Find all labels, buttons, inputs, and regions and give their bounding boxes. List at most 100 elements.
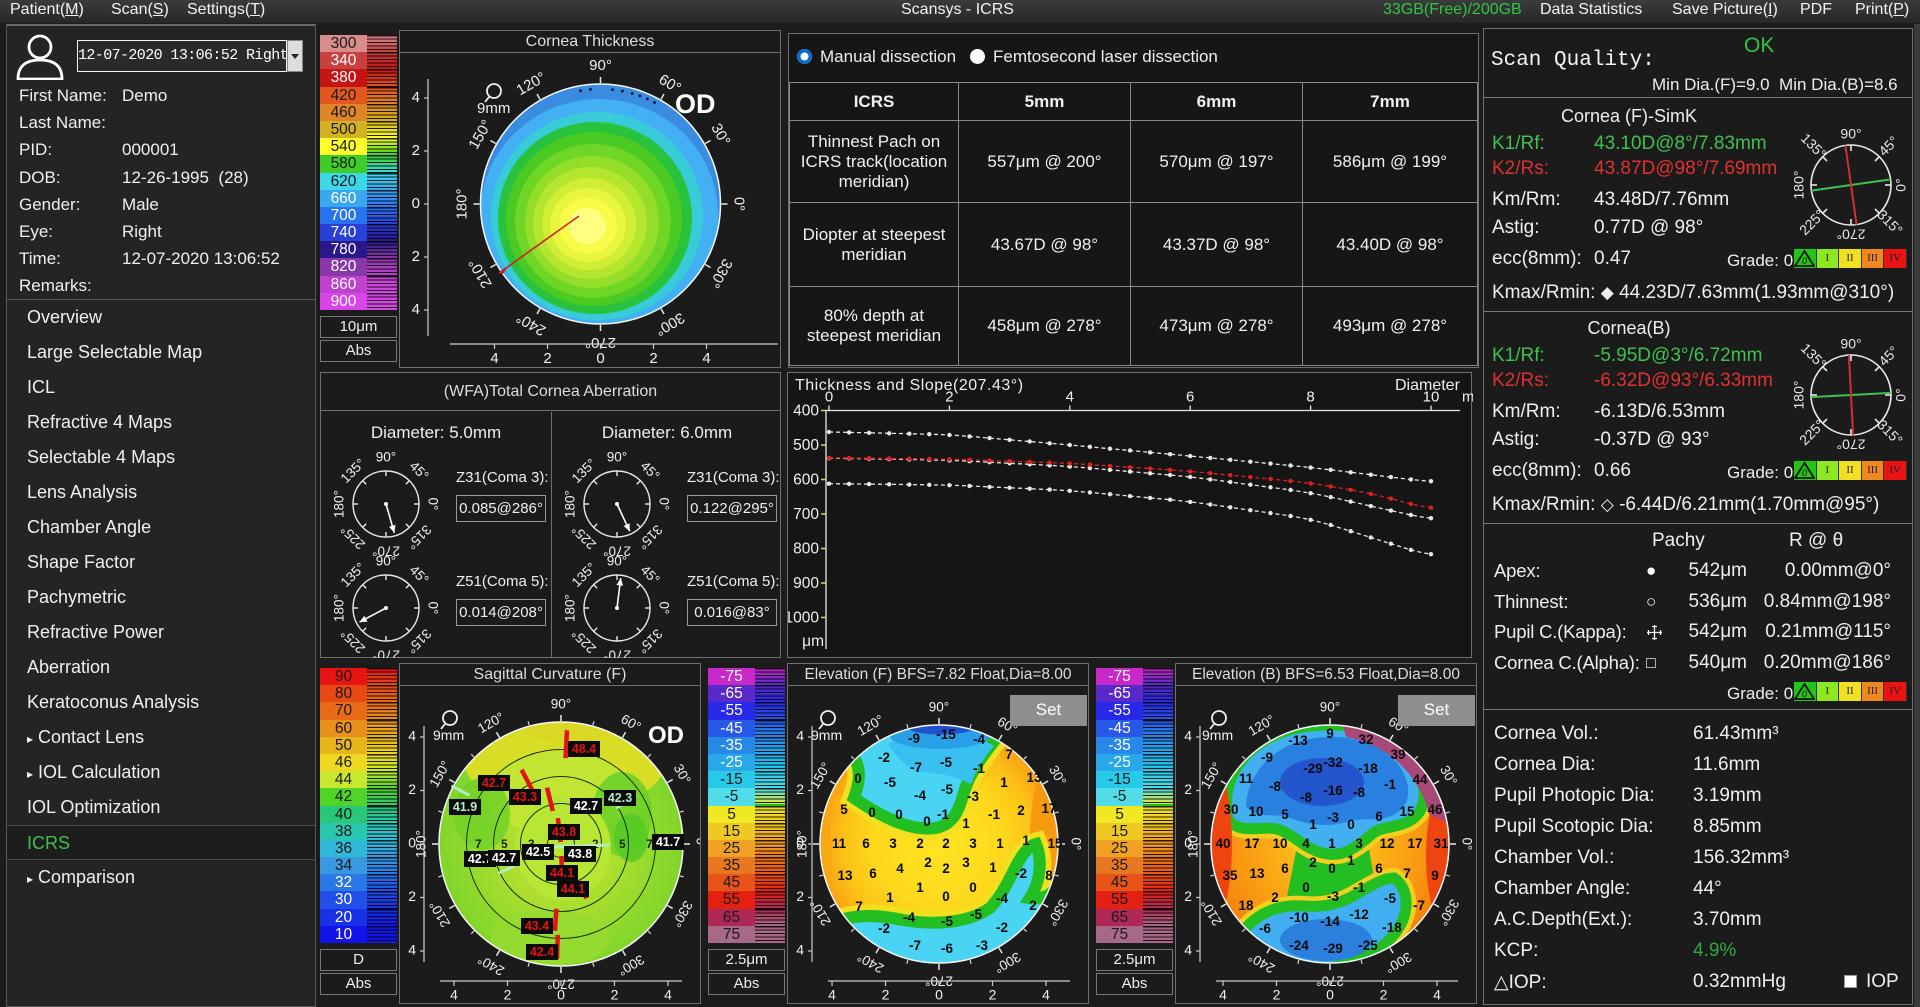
svg-text:45°: 45° — [1875, 133, 1901, 159]
svg-text:-4: -4 — [973, 732, 985, 747]
svg-text:40: 40 — [1215, 836, 1230, 851]
svg-text:-4: -4 — [903, 910, 915, 925]
svg-text:-8: -8 — [1353, 785, 1365, 800]
svg-text:μm: μm — [802, 633, 824, 650]
svg-text:180°: 180° — [563, 490, 578, 518]
svg-text:45°: 45° — [638, 562, 663, 587]
svg-text:-6: -6 — [941, 941, 953, 956]
svg-text:90°: 90° — [607, 554, 627, 569]
svg-text:120°: 120° — [514, 69, 549, 99]
svg-text:2: 2 — [796, 888, 804, 904]
svg-text:240°: 240° — [475, 952, 507, 979]
svg-text:1: 1 — [1000, 775, 1008, 790]
svg-text:-15: -15 — [936, 727, 956, 742]
svg-text:0: 0 — [1802, 689, 1807, 699]
svg-text:6: 6 — [1186, 389, 1194, 406]
svg-text:-13: -13 — [1288, 733, 1308, 748]
svg-text:6: 6 — [1375, 861, 1383, 876]
svg-text:0°: 0° — [1068, 838, 1083, 851]
svg-text:17: 17 — [1041, 801, 1056, 816]
svg-text:150°: 150° — [465, 117, 495, 152]
svg-text:9: 9 — [1326, 726, 1334, 741]
svg-text:135°: 135° — [1798, 130, 1830, 162]
svg-text:-3: -3 — [1327, 810, 1339, 825]
svg-text:225°: 225° — [1796, 416, 1828, 448]
svg-text:-1: -1 — [973, 761, 985, 776]
svg-text:3: 3 — [889, 836, 897, 851]
svg-text:-8: -8 — [1269, 779, 1281, 794]
svg-text:5: 5 — [501, 837, 508, 851]
svg-text:0°: 0° — [1893, 178, 1909, 191]
svg-text:-1: -1 — [1384, 777, 1396, 792]
svg-text:-2: -2 — [1015, 866, 1027, 881]
svg-text:2: 2 — [1029, 898, 1037, 913]
svg-text:45°: 45° — [1875, 343, 1901, 369]
svg-text:2: 2 — [412, 142, 420, 159]
svg-text:90°: 90° — [1840, 126, 1861, 142]
svg-text:270°: 270° — [372, 647, 400, 658]
svg-text:-5: -5 — [941, 782, 953, 797]
svg-text:-3: -3 — [967, 789, 979, 804]
svg-text:4: 4 — [450, 987, 458, 1003]
svg-text:15: 15 — [1047, 836, 1063, 851]
svg-text:3: 3 — [1355, 836, 1363, 851]
svg-text:4: 4 — [412, 301, 420, 318]
svg-text:10: 10 — [1272, 836, 1287, 851]
svg-text:-4: -4 — [914, 788, 926, 803]
svg-text:90°: 90° — [607, 450, 627, 465]
svg-text:4: 4 — [490, 350, 498, 367]
svg-text:270°: 270° — [603, 647, 631, 658]
svg-text:300°: 300° — [615, 952, 647, 979]
svg-text:-5: -5 — [884, 775, 896, 790]
svg-text:300°: 300° — [652, 309, 687, 339]
svg-text:31: 31 — [1433, 836, 1449, 851]
svg-text:2: 2 — [942, 836, 950, 851]
svg-text:30°: 30° — [671, 761, 694, 786]
svg-text:7: 7 — [855, 899, 863, 914]
svg-text:90°: 90° — [929, 700, 949, 715]
svg-text:120°: 120° — [475, 709, 507, 736]
svg-text:2: 2 — [408, 888, 416, 904]
svg-text:4: 4 — [408, 942, 416, 958]
svg-text:0°: 0° — [425, 498, 440, 511]
svg-text:-2: -2 — [878, 750, 890, 765]
svg-text:0: 0 — [942, 889, 950, 904]
svg-text:90°: 90° — [376, 450, 396, 465]
svg-text:2: 2 — [543, 350, 551, 367]
svg-text:5: 5 — [1281, 807, 1289, 822]
svg-text:2: 2 — [916, 836, 924, 851]
svg-text:6: 6 — [869, 866, 877, 881]
svg-text:135°: 135° — [1798, 340, 1830, 372]
svg-text:6: 6 — [862, 836, 870, 851]
svg-text:180°: 180° — [1791, 381, 1807, 410]
svg-text:2: 2 — [504, 987, 512, 1003]
svg-text:-12: -12 — [1349, 907, 1369, 922]
svg-text:13: 13 — [837, 868, 853, 883]
svg-text:0: 0 — [796, 835, 804, 851]
svg-text:4: 4 — [1184, 942, 1192, 958]
svg-text:0: 0 — [895, 807, 903, 822]
svg-text:180°: 180° — [1791, 171, 1807, 200]
svg-text:180°: 180° — [332, 594, 347, 622]
svg-text:330°: 330° — [1435, 897, 1462, 929]
svg-text:240°: 240° — [514, 309, 549, 339]
svg-text:-1: -1 — [1353, 880, 1365, 895]
svg-text:-2: -2 — [996, 920, 1008, 935]
svg-text:1000: 1000 — [788, 610, 819, 627]
svg-text:0: 0 — [969, 880, 977, 895]
svg-text:4: 4 — [664, 987, 672, 1003]
svg-text:45°: 45° — [638, 458, 663, 483]
svg-text:-29: -29 — [1303, 761, 1323, 776]
svg-text:12: 12 — [1379, 836, 1394, 851]
svg-text:2: 2 — [1271, 890, 1279, 905]
svg-text:5: 5 — [840, 802, 848, 817]
svg-text:0: 0 — [412, 195, 420, 212]
svg-text:-24: -24 — [1289, 938, 1309, 953]
svg-text:90°: 90° — [376, 554, 396, 569]
svg-text:4: 4 — [1433, 987, 1441, 1003]
svg-text:0: 0 — [1184, 835, 1192, 851]
svg-text:2: 2 — [611, 987, 619, 1003]
svg-text:315°: 315° — [1874, 416, 1906, 448]
svg-text:44: 44 — [1412, 772, 1428, 787]
svg-text:-2: -2 — [878, 921, 890, 936]
